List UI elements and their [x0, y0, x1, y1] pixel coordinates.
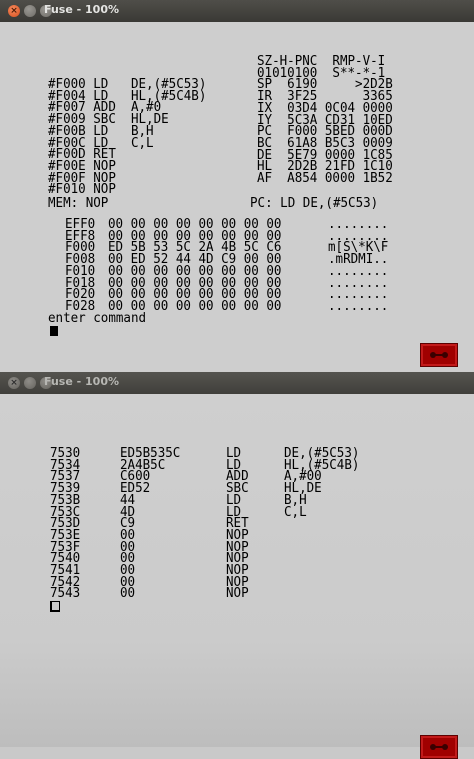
input-cursor[interactable] — [50, 601, 60, 612]
listing-addresses: 7530 7534 7537 7539 753B 753C 753D 753E … — [50, 446, 81, 602]
window-title: Fuse - 100% — [44, 3, 120, 16]
listing-mnemonics: LD LD ADD SBC LD LD RET NOP NOP NOP NOP … — [226, 446, 249, 602]
minimize-window-button[interactable] — [24, 5, 36, 17]
window-title: Fuse - 100% — [44, 375, 120, 388]
tape-strip — [432, 746, 446, 748]
cassette-tape-icon — [420, 735, 458, 759]
mem-label: MEM: NOP — [48, 196, 109, 211]
close-window-button[interactable]: × — [8, 5, 20, 17]
listing-bytes: ED5B535C 2A4B5C C600 ED52 44 4D C9 00 00… — [120, 446, 181, 602]
register-list: 01010100 S**-*-1 SP 6190 >2D2B IR 3F25 3… — [257, 65, 393, 187]
disassembly-list: #F000 LD DE,(#5C53) #F004 LD HL,(#5C4B) … — [48, 77, 207, 198]
cassette-tape-icon — [420, 343, 458, 367]
command-prompt: enter command — [48, 311, 147, 326]
listing-operands: DE,(#5C53) HL,(#5C4B) A,#00 HL,DE B,H C,… — [284, 446, 360, 520]
pc-label: PC: LD DE,(#5C53) — [250, 196, 379, 211]
title-bar[interactable]: × Fuse - 100% — [0, 0, 474, 23]
emulator-screen[interactable]: 7530 7534 7537 7539 753B 753C 753D 753E … — [0, 394, 474, 759]
minimize-window-button[interactable] — [24, 377, 36, 389]
fuse-debugger-window: × Fuse - 100% #F000 LD DE,(#5C53) #F004 … — [0, 0, 474, 372]
emulator-screen[interactable]: #F000 LD DE,(#5C53) #F004 LD HL,(#5C4B) … — [0, 22, 474, 372]
hexdump-addresses: EFF0 EFF8 F000 F008 F010 F018 F020 F028 — [65, 217, 96, 314]
tape-strip — [432, 354, 446, 356]
close-window-button[interactable]: × — [8, 377, 20, 389]
input-cursor[interactable] — [50, 326, 58, 336]
title-bar[interactable]: × Fuse - 100% — [0, 372, 474, 395]
hexdump-ascii: ........ ........ m[S\*K\F .mRDMI.. ....… — [328, 217, 389, 314]
hexdump-bytes: 00 00 00 00 00 00 00 00 00 00 00 00 00 0… — [108, 217, 282, 314]
fuse-basic-window: × Fuse - 100% 7530 7534 7537 7539 753B 7… — [0, 372, 474, 759]
